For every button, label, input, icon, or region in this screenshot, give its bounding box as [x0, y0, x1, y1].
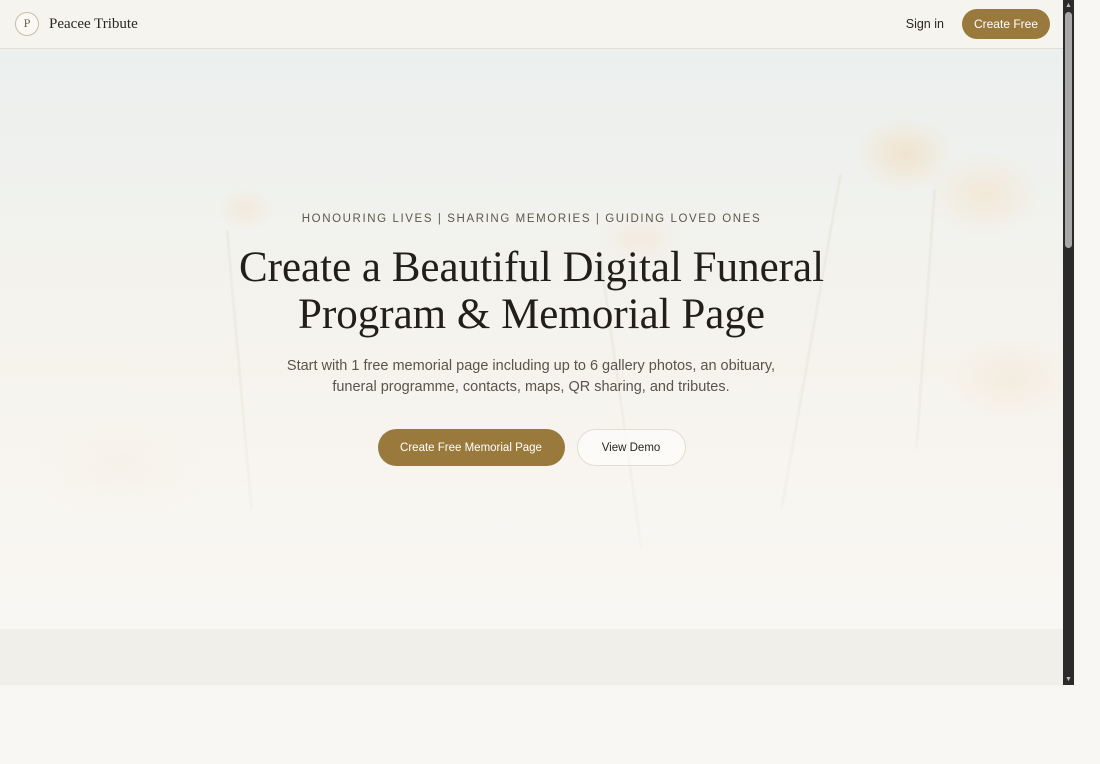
peacee-logo-icon: P	[15, 12, 39, 36]
subtext-line-1: Start with 1 free memorial page includin…	[286, 358, 776, 374]
headline-line-1: Create a Beautiful Digital Funeral	[238, 244, 825, 291]
scroll-down-arrow-icon[interactable]: ▼	[1063, 674, 1074, 685]
create-free-memorial-page-button[interactable]: Create Free Memorial Page	[377, 429, 565, 466]
hero-content: HONOURING LIVES | SHARING MEMORIES | GUI…	[0, 49, 1063, 629]
sign-in-link[interactable]: Sign in	[906, 17, 944, 31]
scroll-up-arrow-icon[interactable]: ▲	[1063, 0, 1074, 11]
hero-tagline: HONOURING LIVES | SHARING MEMORIES | GUI…	[301, 213, 762, 225]
vertical-scrollbar[interactable]: ▲ ▼	[1063, 0, 1074, 685]
next-section-band	[0, 629, 1063, 685]
window-right-margin	[1074, 0, 1100, 685]
subtext-line-2: funeral programme, contacts, maps, QR sh…	[332, 379, 730, 395]
hero-subtext: Start with 1 free memorial page includin…	[281, 356, 781, 398]
hero-cta-row: Create Free Memorial Page View Demo	[0, 429, 1063, 466]
site-header: P Peacee Tribute Sign in Create Free	[0, 0, 1063, 49]
brand-name: Peacee Tribute	[49, 15, 138, 32]
window-bottom-area	[0, 685, 1100, 764]
brand[interactable]: P Peacee Tribute	[15, 12, 138, 36]
view-demo-button[interactable]: View Demo	[576, 429, 686, 466]
hero-section: HONOURING LIVES | SHARING MEMORIES | GUI…	[0, 49, 1063, 629]
create-free-button[interactable]: Create Free	[961, 9, 1050, 39]
page-viewport: P Peacee Tribute Sign in Create Free HON…	[0, 0, 1063, 685]
headline-line-2: Program & Memorial Page	[298, 291, 765, 338]
scrollbar-thumb[interactable]	[1065, 12, 1072, 248]
hero-headline: Create a Beautiful Digital Funeral Progr…	[0, 244, 1063, 338]
header-nav: Sign in Create Free	[906, 9, 1050, 39]
